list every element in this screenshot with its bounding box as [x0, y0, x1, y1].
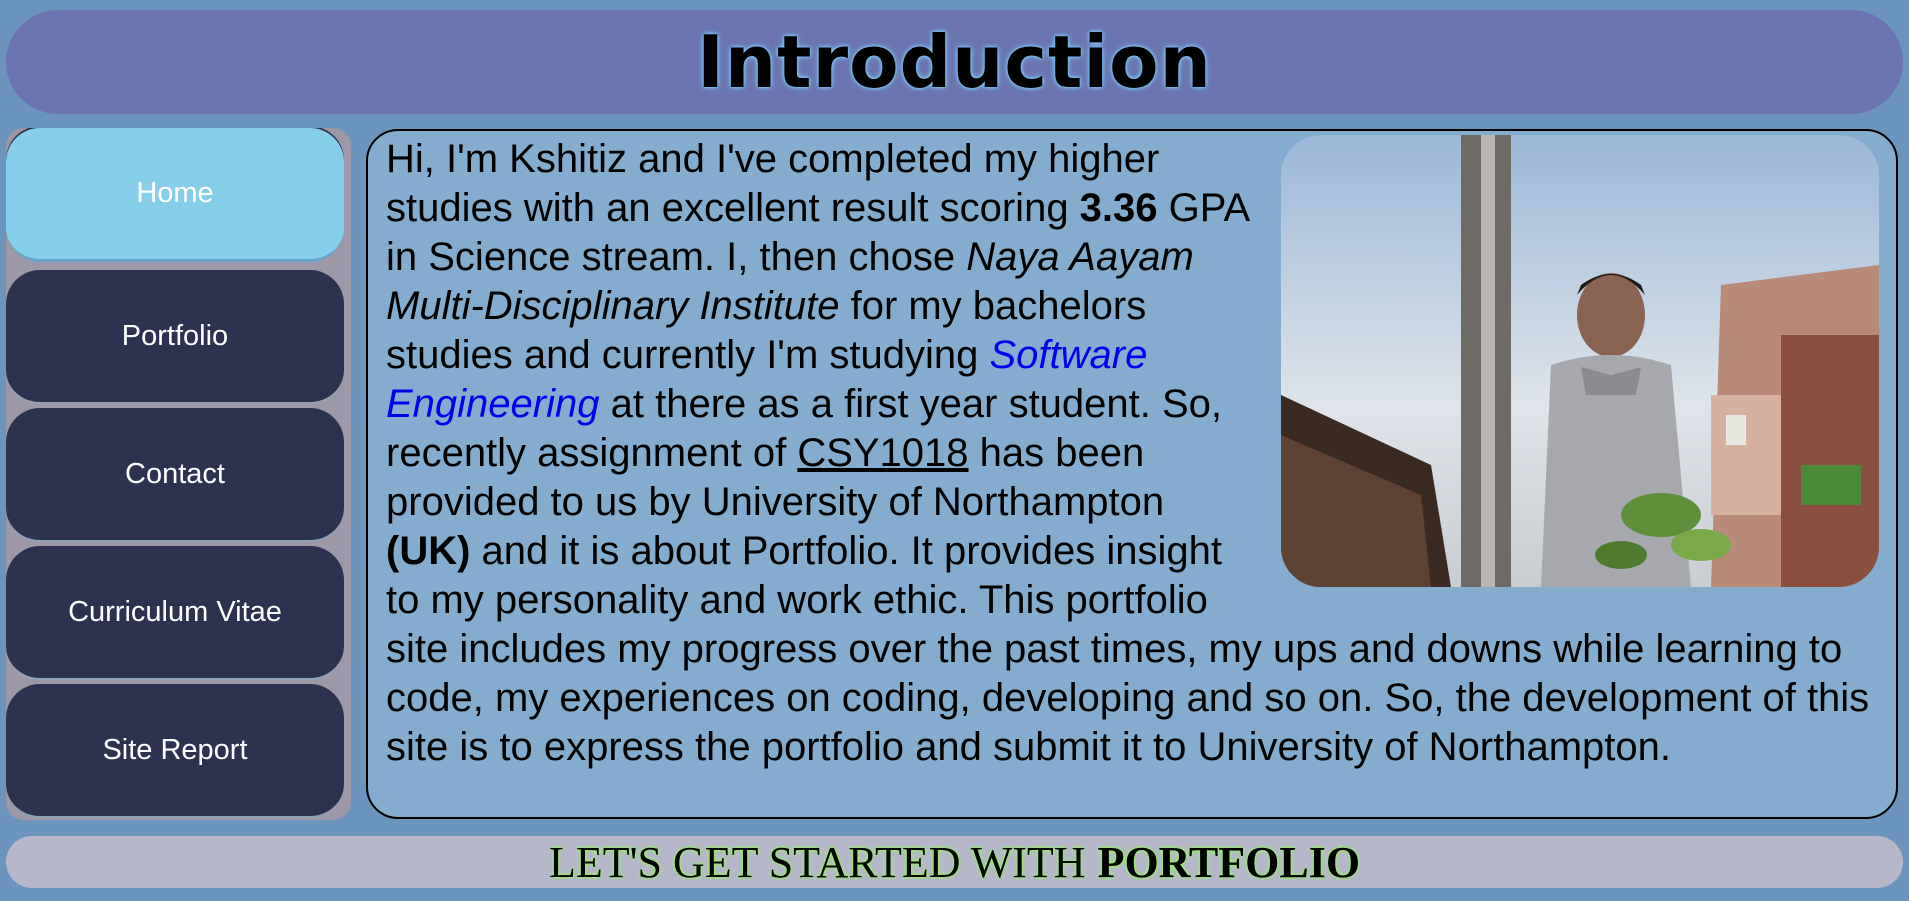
footer-text: LET'S GET STARTED WITH — [548, 837, 1086, 887]
footer-banner: LET'S GET STARTED WITH PORTFOLIO — [6, 836, 1903, 888]
intro-paragraph: Hi, I'm Kshitiz and I've completed my hi… — [368, 131, 1896, 772]
page-header: Introduction — [6, 10, 1903, 114]
footer-emphasis: PORTFOLIO — [1097, 837, 1361, 887]
sidebar-item-curriculum-vitae[interactable]: Curriculum Vitae — [6, 546, 344, 680]
sidebar-nav: Site Report Curriculum Vitae Contact Por… — [6, 128, 351, 820]
intro-panel: Hi, I'm Kshitiz and I've completed my hi… — [366, 129, 1898, 819]
sidebar-item-site-report[interactable]: Site Report — [6, 684, 344, 818]
sidebar-item-contact[interactable]: Contact — [6, 408, 344, 542]
sidebar-item-home[interactable]: Home — [6, 128, 344, 262]
country-label: (UK) — [386, 529, 471, 573]
profile-photo — [1281, 135, 1879, 587]
sidebar-item-portfolio[interactable]: Portfolio — [6, 270, 344, 404]
gpa-value: 3.36 — [1079, 186, 1158, 230]
page-title: Introduction — [697, 20, 1212, 104]
module-code: CSY1018 — [797, 431, 969, 475]
